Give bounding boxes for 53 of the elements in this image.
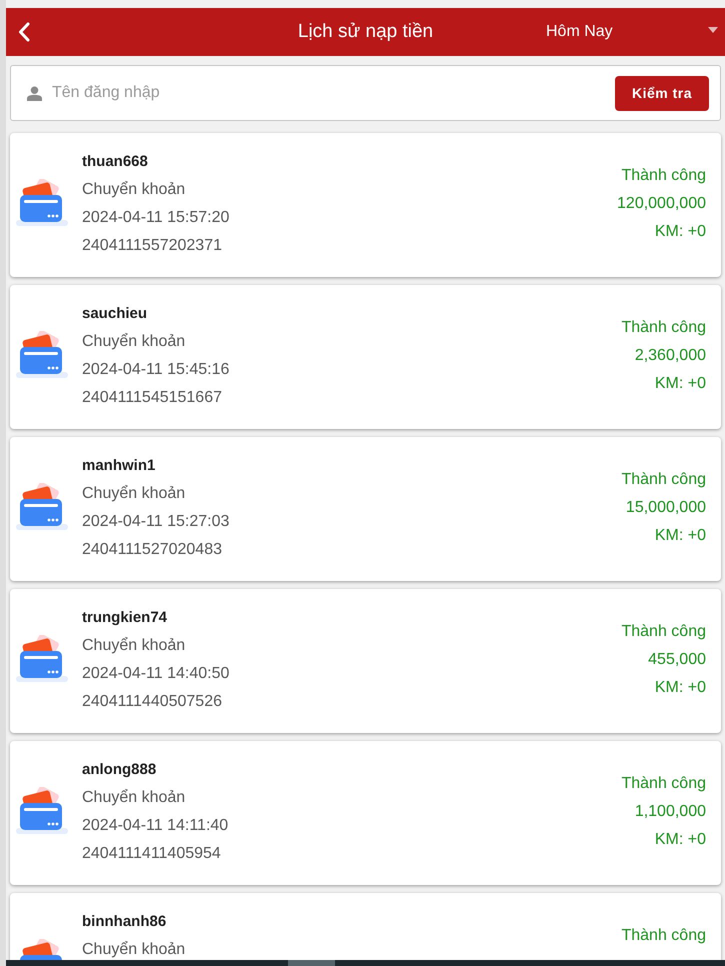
amount-text: 455,000 xyxy=(648,650,706,670)
status-text: Thành công xyxy=(621,318,706,338)
time-text: 2024-04-11 14:11:40 xyxy=(82,816,228,836)
method-text: Chuyển khoản xyxy=(82,484,186,504)
status-text: Thành công xyxy=(621,622,706,642)
status-text: Thành công xyxy=(621,774,706,794)
check-button[interactable]: Kiểm tra xyxy=(615,76,709,110)
username-text: thuan668 xyxy=(82,152,148,172)
amount-text: 2,360,000 xyxy=(634,346,706,366)
page-title: Lịch sử nạp tiền xyxy=(298,21,434,43)
wallet-card-icon xyxy=(16,179,68,227)
horizontal-scrollbar[interactable] xyxy=(6,960,725,966)
time-text: 2024-04-11 15:45:16 xyxy=(82,360,230,380)
order-id-text: 2404111545151667 xyxy=(82,388,222,408)
caret-down-icon xyxy=(708,27,718,33)
status-text: Thành công xyxy=(621,166,706,186)
status-text: Thành công xyxy=(621,926,706,946)
amount-text: 15,000,000 xyxy=(626,498,706,518)
wallet-card-icon xyxy=(16,635,68,683)
bonus-text: KM: +0 xyxy=(654,374,706,394)
bonus-text: KM: +0 xyxy=(654,830,706,850)
scrollbar-thumb[interactable] xyxy=(288,960,335,966)
wallet-card-icon xyxy=(16,483,68,531)
username-text: sauchieu xyxy=(82,304,148,324)
username-text: anlong888 xyxy=(82,760,156,780)
order-id-text: 2404111411405954 xyxy=(82,844,221,864)
wallet-card-icon xyxy=(16,331,68,379)
status-text: Thành công xyxy=(621,470,706,490)
order-id-text: 2404111557202371 xyxy=(82,236,222,256)
order-id-text: 2404111440507526 xyxy=(82,692,222,712)
user-icon xyxy=(27,86,42,100)
method-text: Chuyển khoản xyxy=(82,332,186,352)
amount-text: 120,000,000 xyxy=(617,194,706,214)
time-text: 2024-04-11 15:27:03 xyxy=(82,512,230,532)
bonus-text: KM: +0 xyxy=(654,678,706,698)
method-text: Chuyển khoản xyxy=(82,940,186,960)
time-text: 2024-04-11 15:57:20 xyxy=(82,208,230,228)
method-text: Chuyển khoản xyxy=(82,788,186,808)
amount-text: 1,100,000 xyxy=(634,802,706,822)
bonus-text: KM: +0 xyxy=(654,222,706,242)
username-text: trungkien74 xyxy=(82,608,168,628)
method-text: Chuyển khoản xyxy=(82,636,186,656)
date-filter-dropdown[interactable]: Hôm Nay xyxy=(530,12,725,52)
order-id-text: 2404111527020483 xyxy=(82,540,222,560)
method-text: Chuyển khoản xyxy=(82,180,186,200)
chevron-left-icon xyxy=(18,22,30,42)
bonus-text: KM: +0 xyxy=(654,526,706,546)
username-text: binnhanh86 xyxy=(82,912,166,932)
search-field[interactable]: Tên đăng nhập Kiểm tra xyxy=(10,65,721,121)
wallet-card-icon xyxy=(16,787,68,835)
username-input[interactable]: Tên đăng nhập xyxy=(52,80,615,106)
username-text: manhwin1 xyxy=(82,456,156,476)
time-text: 2024-04-11 14:40:50 xyxy=(82,664,230,684)
